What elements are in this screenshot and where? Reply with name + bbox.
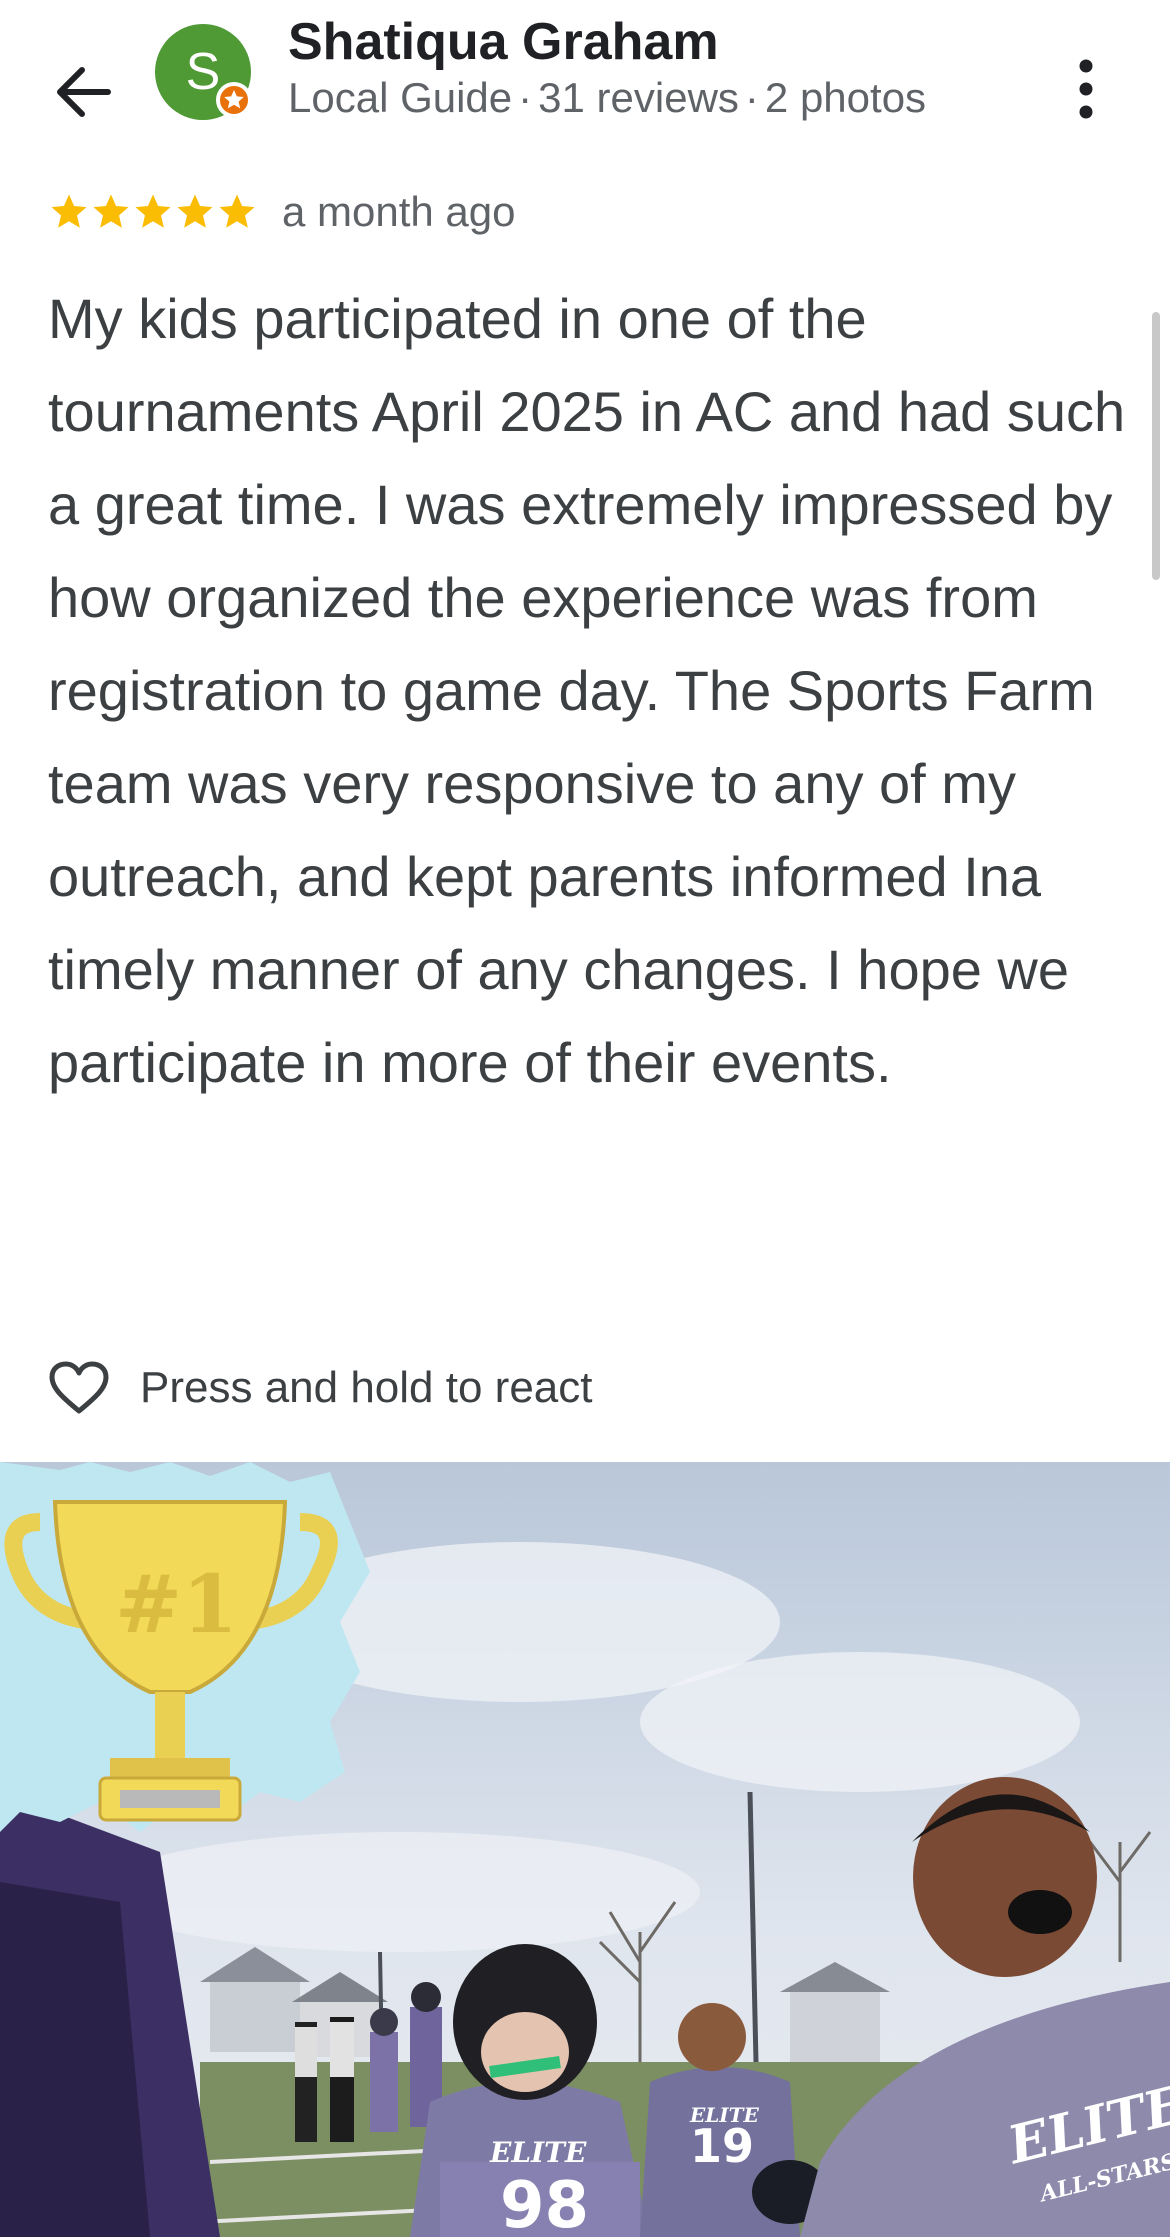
react-label: Press and hold to react <box>140 1363 593 1412</box>
reviewer-name[interactable]: Shatiqua Graham <box>288 12 719 72</box>
jersey-team-98: ELITE <box>489 2136 587 2169</box>
avatar-letter: S <box>185 43 221 101</box>
rating-row: a month ago <box>48 184 516 240</box>
scrollbar[interactable] <box>1152 312 1160 580</box>
photo-count: 2 photos <box>764 74 927 121</box>
local-guide-badge-icon <box>216 82 252 118</box>
star-icon <box>135 194 171 228</box>
review-header: S Shatiqua Graham Local Guide · 31 reviews… <box>0 0 1170 170</box>
star-rating <box>48 191 258 233</box>
trophy-text: #1 <box>115 1557 238 1651</box>
review-photo[interactable]: 98 ELITE 19 ELITE ELITE ALL-STARS #1 <box>0 1462 1170 2237</box>
jersey-number-19: 19 <box>690 2119 754 2173</box>
review-count: 31 reviews <box>538 74 739 121</box>
react-button[interactable]: Press and hold to react <box>48 1356 592 1420</box>
jersey-number-98: 98 <box>500 2169 589 2237</box>
review-date: a month ago <box>282 188 516 235</box>
reviewer-meta: Local Guide · 31 reviews · 2 photos <box>288 74 927 121</box>
more-options-button[interactable] <box>1064 56 1108 122</box>
star-icon <box>93 194 129 228</box>
local-guide-label: Local Guide <box>288 74 513 121</box>
back-button[interactable] <box>50 62 122 122</box>
review-text: My kids participated in one of the tourn… <box>48 287 1126 1094</box>
heart-outline-icon <box>49 1361 109 1414</box>
star-icon <box>219 194 255 228</box>
star-icon <box>51 194 87 228</box>
more-vert-icon <box>1079 59 1093 119</box>
arrow-left-icon <box>57 67 111 117</box>
jersey-team-19: ELITE <box>689 2103 760 2127</box>
star-icon <box>177 194 213 228</box>
